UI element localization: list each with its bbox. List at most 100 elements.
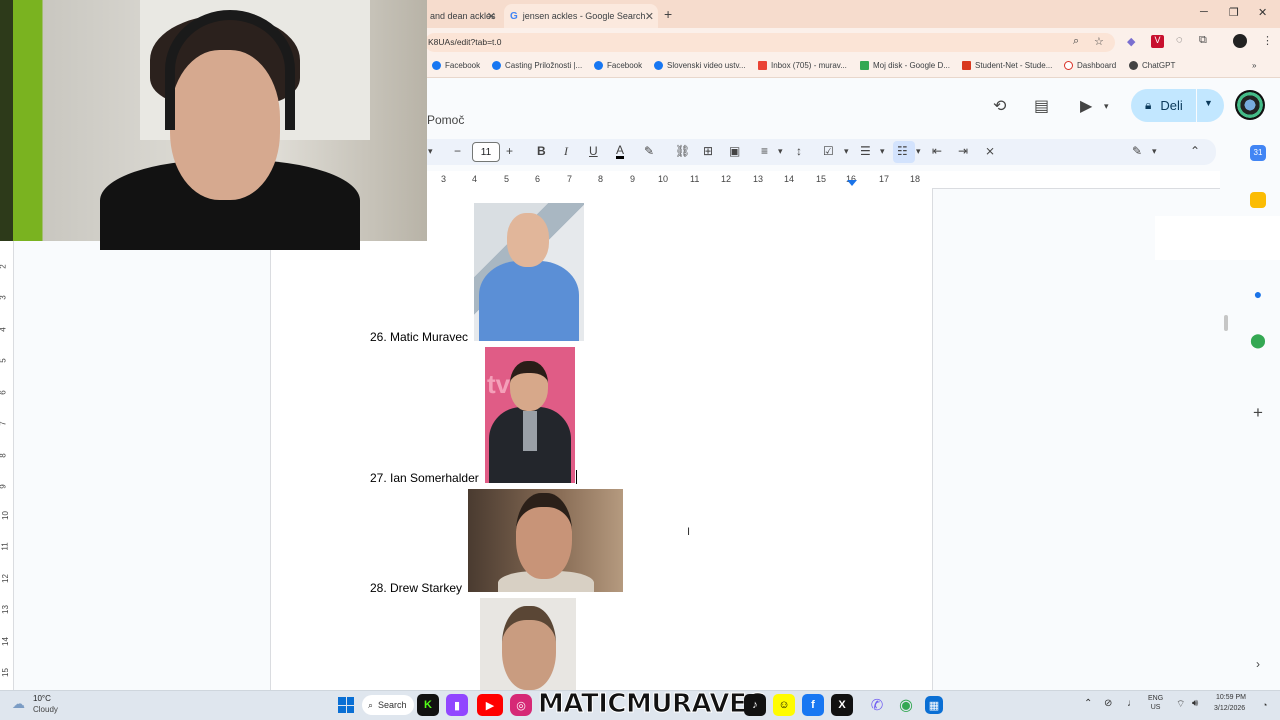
zoom-icon[interactable]: ⌕ <box>1073 35 1079 48</box>
bookmark-facebook-2[interactable]: Facebook <box>594 61 642 70</box>
language-indicator[interactable]: ENG US <box>1148 694 1163 712</box>
windows-start-icon[interactable] <box>338 697 354 713</box>
volume-icon[interactable]: 🔊︎ <box>1192 698 1198 709</box>
link-icon[interactable]: ⛓︎ <box>675 144 690 158</box>
chrome-icon[interactable]: ◉ <box>895 694 917 716</box>
restore-icon[interactable]: ❐ <box>1229 6 1239 19</box>
cloud-icon[interactable]: ☁ <box>12 696 25 712</box>
version-history-icon[interactable]: ⟲ <box>993 96 1006 116</box>
underline-icon[interactable]: U <box>589 144 598 158</box>
list-item[interactable]: 26. Matic Muravec <box>370 330 468 344</box>
comments-icon[interactable]: ▤ <box>1034 96 1049 116</box>
instagram-icon[interactable]: ◎ <box>510 694 532 716</box>
add-addon-icon[interactable]: + <box>1250 404 1266 421</box>
bookmark-casting[interactable]: Casting Priložnosti |... <box>492 61 582 70</box>
vertical-ruler[interactable] <box>0 240 14 690</box>
star-icon[interactable]: ☆ <box>1094 35 1104 48</box>
twitch-icon[interactable]: ▮ <box>446 694 468 716</box>
document-page[interactable] <box>270 188 933 690</box>
image-ian-somerhalder[interactable]: tv <box>485 347 575 483</box>
image-drew-starkey[interactable] <box>468 489 623 592</box>
profile-icon[interactable] <box>1233 34 1247 48</box>
clear-formatting-icon[interactable]: ⨯ <box>985 144 995 158</box>
right-indent-marker[interactable] <box>847 180 857 186</box>
decrease-indent-icon[interactable]: ⇤ <box>932 144 942 158</box>
clock-date[interactable]: 3/12/2026 <box>1214 705 1245 712</box>
chevron-up-icon[interactable]: ⌃ <box>1084 698 1092 709</box>
bold-icon[interactable]: B <box>537 144 546 158</box>
more-bookmarks-icon[interactable]: » <box>1252 61 1256 70</box>
chevron-down-icon[interactable]: ▾ <box>916 146 921 157</box>
bookmark-dashboard[interactable]: Dashboard <box>1064 61 1116 70</box>
image-next-entry[interactable] <box>480 598 576 690</box>
puzzle-icon[interactable]: ⧉ <box>1199 34 1207 47</box>
scrollbar-thumb[interactable] <box>1224 315 1228 331</box>
keep-icon[interactable] <box>1250 192 1266 208</box>
chevron-up-icon[interactable]: ⌃ <box>1190 144 1200 158</box>
increase-font-icon[interactable]: + <box>506 144 513 158</box>
minimize-icon[interactable]: ─ <box>1200 6 1208 18</box>
app-icon[interactable]: ▦ <box>925 696 943 714</box>
list-item[interactable]: 28. Drew Starkey <box>370 581 462 595</box>
chevron-right-icon[interactable]: › <box>1250 657 1266 673</box>
weather-temperature[interactable]: 10°C <box>33 694 51 703</box>
contacts-icon[interactable]: ● <box>1250 286 1266 302</box>
kick-icon[interactable]: K <box>417 694 439 716</box>
window-close-icon[interactable]: ✕ <box>1258 6 1267 19</box>
font-size-input[interactable]: 11 <box>472 142 500 162</box>
line-spacing-icon[interactable]: ↕ <box>796 144 802 158</box>
chevron-down-icon[interactable]: ▾ <box>428 146 433 157</box>
address-bar[interactable] <box>425 33 1115 52</box>
checklist-icon[interactable]: ☑ <box>823 144 834 158</box>
list-item[interactable]: 27. Ian Somerhalder <box>370 471 479 485</box>
close-icon[interactable]: ✕ <box>645 10 654 23</box>
bulleted-list-icon[interactable]: ☰ <box>860 144 871 158</box>
chevron-down-icon[interactable]: ▾ <box>880 146 885 157</box>
close-icon[interactable]: ✕ <box>487 10 496 23</box>
tab-dean-ackles[interactable]: and dean ackles ✕ <box>428 4 500 28</box>
bookmark-inbox[interactable]: Inbox (705) - murav... <box>758 61 847 70</box>
wifi-icon[interactable]: ⌔ <box>1176 698 1185 711</box>
bookmark-chatgpt[interactable]: ChatGPT <box>1129 61 1175 70</box>
italic-icon[interactable]: I <box>564 144 568 159</box>
share-button[interactable]: 🔒︎ Deli ▼ <box>1131 89 1224 122</box>
network-off-icon[interactable]: ⊘ <box>1104 698 1112 709</box>
notifications-icon[interactable]: ◔ <box>1262 700 1267 710</box>
bookmark-facebook[interactable]: Facebook <box>432 61 480 70</box>
maps-icon[interactable]: ⬤ <box>1250 332 1266 348</box>
x-icon[interactable]: X <box>831 694 853 716</box>
highlight-icon[interactable]: ✎ <box>644 144 654 158</box>
extension-icon[interactable]: ◆ <box>1127 35 1135 48</box>
extension-icon[interactable]: ◌ <box>1176 34 1183 46</box>
increase-indent-icon[interactable]: ⇥ <box>958 144 968 158</box>
text-color-icon[interactable]: A <box>616 144 625 159</box>
editing-mode-icon[interactable]: ✎ <box>1132 144 1142 158</box>
avatar[interactable] <box>1235 90 1265 120</box>
image-matic-muravec[interactable] <box>474 203 584 341</box>
new-tab-icon[interactable]: + <box>664 6 672 22</box>
menu-help[interactable]: Pomoč <box>427 113 464 127</box>
chevron-down-icon[interactable]: ▾ <box>1152 146 1157 157</box>
meet-icon[interactable]: ▶ <box>1080 96 1092 116</box>
bookmark-slovenski-video[interactable]: Slovenski video ustv... <box>654 61 746 70</box>
taskbar-search[interactable]: ⌕ Search <box>362 695 414 715</box>
insert-image-icon[interactable]: ▣ <box>729 144 740 158</box>
viber-icon[interactable]: ✆ <box>866 694 888 716</box>
numbered-list-icon[interactable]: ☷ <box>897 144 908 158</box>
youtube-icon[interactable]: ▶ <box>477 694 503 716</box>
decrease-font-icon[interactable]: − <box>454 144 461 158</box>
bookmark-student-net[interactable]: Student-Net - Stude... <box>962 61 1052 70</box>
clock-time[interactable]: 10:59 PM <box>1216 694 1246 701</box>
facebook-icon[interactable]: f <box>802 694 824 716</box>
url-text[interactable]: K8UAs/edit?tab=t.0 <box>428 37 501 47</box>
microphone-icon[interactable]: ♩ <box>1127 698 1137 709</box>
chevron-down-icon[interactable]: ▾ <box>778 146 783 157</box>
weather-condition[interactable]: Cloudy <box>33 705 58 714</box>
vivaldi-extension-icon[interactable]: V <box>1151 35 1164 48</box>
chevron-down-icon[interactable]: ▾ <box>1104 101 1109 112</box>
chevron-down-icon[interactable]: ▾ <box>844 146 849 157</box>
menu-icon[interactable]: ⋮ <box>1262 34 1273 47</box>
snapchat-icon[interactable]: ☺ <box>773 694 795 716</box>
tab-jensen-ackles[interactable]: G jensen ackles - Google Search ✕ <box>504 4 658 28</box>
calendar-icon[interactable]: 31 <box>1250 145 1266 161</box>
